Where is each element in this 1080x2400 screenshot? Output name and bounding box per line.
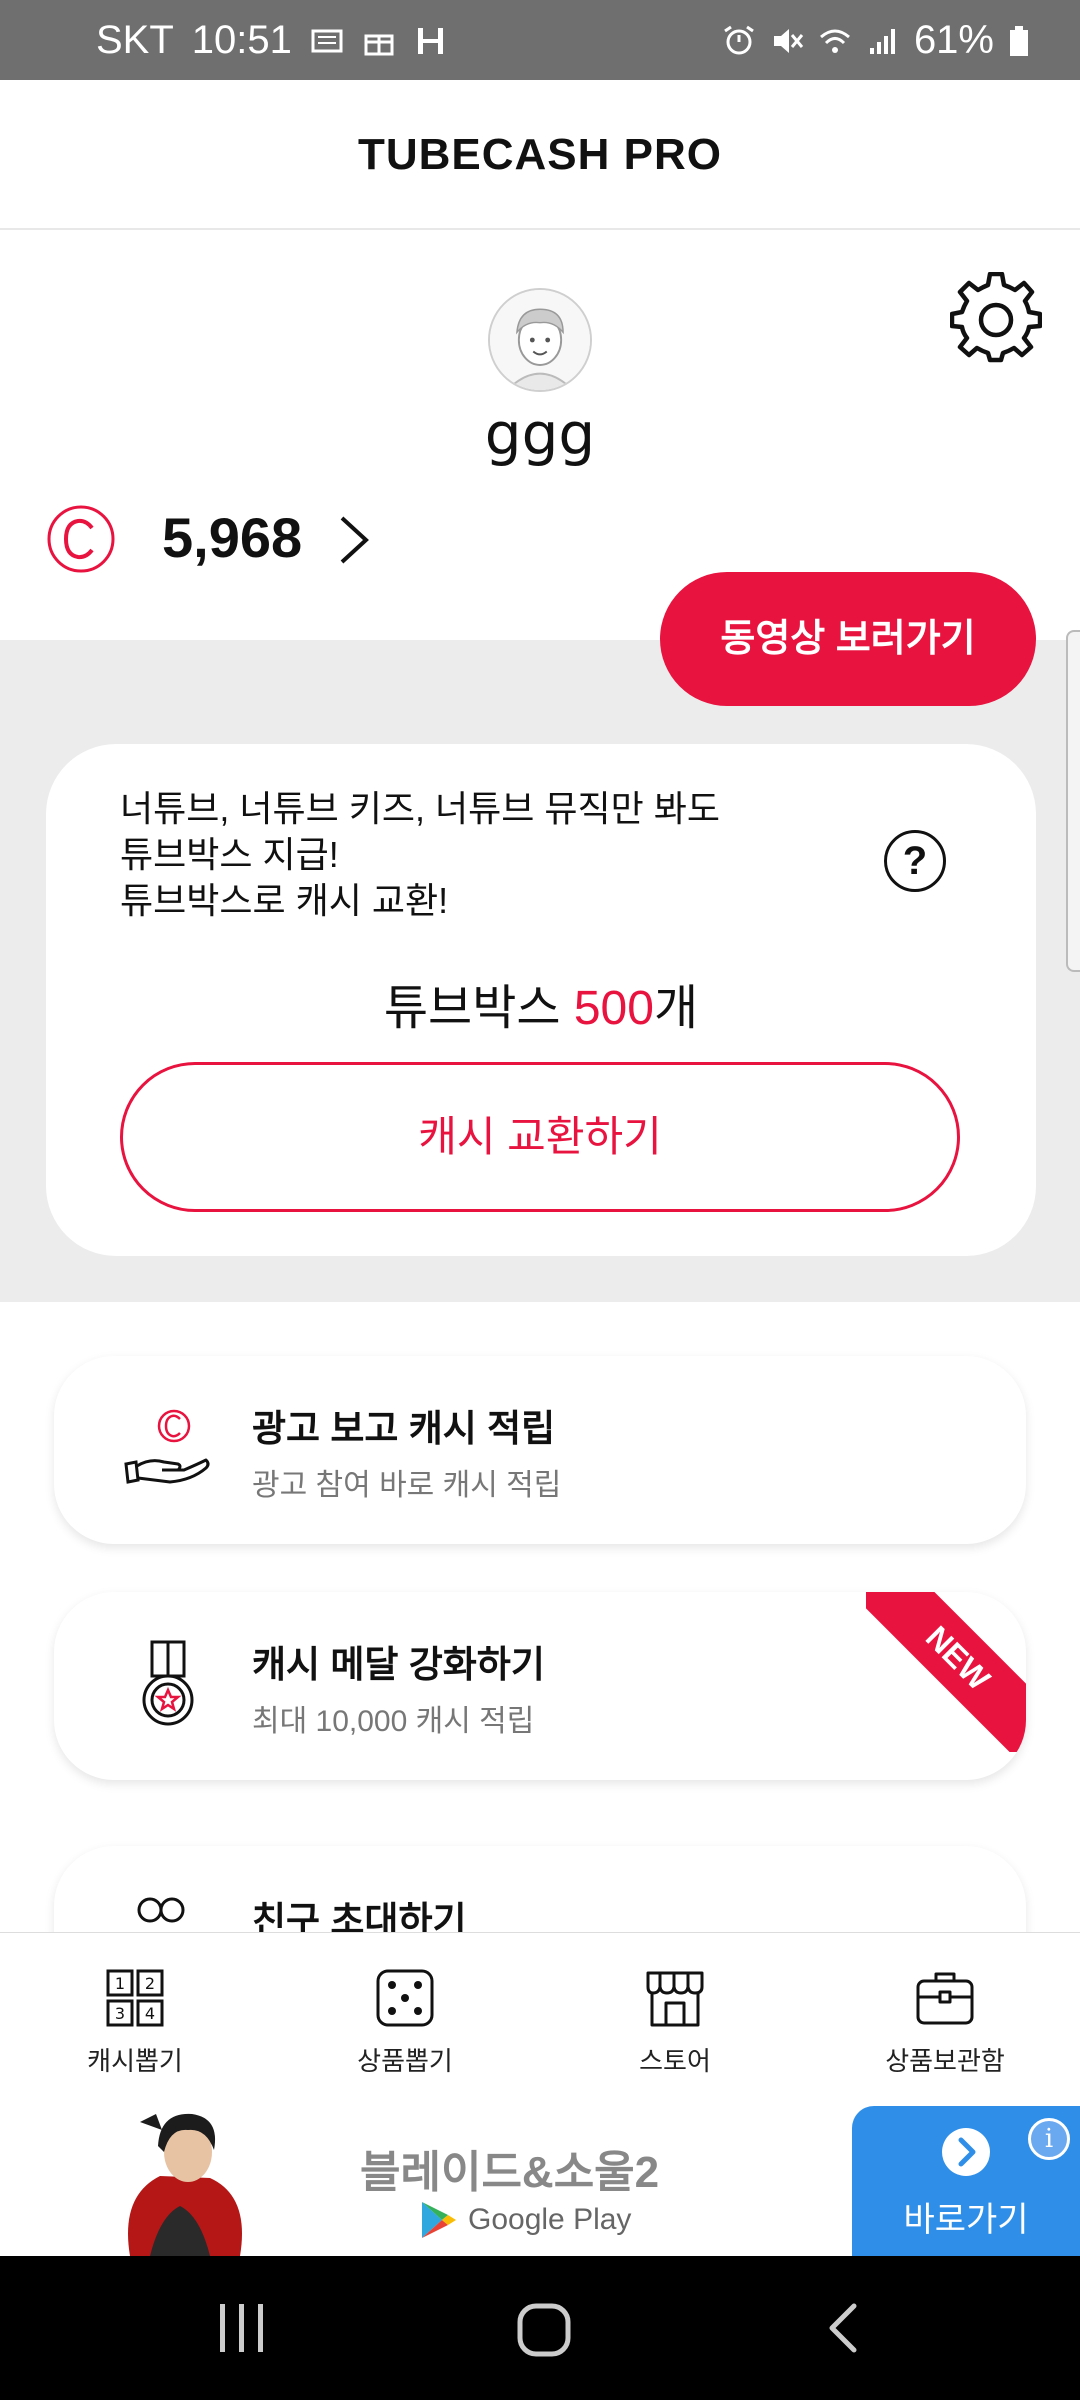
google-play-icon [422,2202,456,2238]
carrier-label: SKT [96,18,174,62]
tubebox-count-suffix: 개 [653,982,699,1035]
dice-icon [376,1969,434,2027]
new-badge-label: NEW [866,1592,1026,1752]
ad-banner[interactable]: 블레이드&소울2 Google Play 바로가기 i [0,2100,1080,2256]
nav-store[interactable]: 스토어 [575,1967,775,2078]
gift-icon [364,34,394,55]
description-line: 튜브박스 지급! [120,834,339,875]
description-line: 튜브박스로 캐시 교환! [120,880,449,921]
ad-title: 블레이드&소울2 [360,2148,660,2197]
ad-cta-label: 바로가기 [903,2201,1029,2239]
ad-info-icon[interactable]: i [1028,2118,1070,2160]
avatar[interactable] [488,288,592,392]
cash-coin-icon [47,505,115,573]
nav-cash-draw[interactable]: 1 2 3 4 캐시뽑기 [35,1967,235,2078]
mute-icon [773,28,804,53]
arrow-right-circle-icon [942,2128,990,2176]
alarm-icon [724,25,754,54]
tubebox-count-value: 500 [573,982,654,1035]
svg-text:4: 4 [145,2004,155,2023]
battery-icon [1010,25,1028,56]
news-icon [311,29,343,52]
google-play-label: Google Play [468,2203,632,2236]
tubebox-description: 너튜브, 너튜브 키즈, 너튜브 뮤직만 봐도 튜브박스 지급! 튜브박스로 캐… [120,786,720,924]
bottom-navigation: 1 2 3 4 캐시뽑기 상품뽑기 스토어 상품보관함 [0,1932,1080,2100]
svg-text:2: 2 [145,1974,155,1993]
google-play-badge: Google Play [420,2200,631,2240]
hand-coin-icon [124,1409,210,1484]
nav-label: 상품보관함 [885,2046,1005,2076]
app-notification-icon [417,27,443,54]
battery-percent: 61% [913,18,994,62]
recent-apps-icon[interactable] [216,2300,268,2356]
tubebox-card: 너튜브, 너튜브 키즈, 너튜브 뮤직만 봐도 튜브박스 지급! 튜브박스로 캐… [46,744,1036,1256]
game-character-image [128,2113,242,2256]
svg-text:3: 3 [115,2004,125,2023]
clock: 10:51 [191,18,292,62]
watch-video-button[interactable]: 동영상 보러가기 [660,572,1036,706]
menu-item-title: 광고 보고 캐시 적립 [252,1408,556,1449]
nav-product-draw[interactable]: 상품뽑기 [305,1967,505,2078]
nav-product-locker[interactable]: 상품보관함 [845,1967,1045,2078]
home-icon[interactable] [514,2300,574,2360]
nav-label: 상품뽑기 [357,2046,453,2076]
description-line: 너튜브, 너튜브 키즈, 너튜브 뮤직만 봐도 [120,788,720,829]
wifi-icon [819,29,850,53]
username: ggg [484,400,596,468]
menu-item-ad-cash[interactable]: 광고 보고 캐시 적립 광고 참여 바로 캐시 적립 [54,1356,1026,1544]
tubebox-count: 튜브박스 500개 [46,968,1036,1038]
nav-label: 캐시뽑기 [87,2046,183,2076]
cash-exchange-button[interactable]: 캐시 교환하기 [120,1062,960,1212]
menu-item-subtitle: 광고 참여 바로 캐시 적립 [252,1469,562,1502]
number-grid-icon: 1 2 3 4 [106,1969,164,2027]
help-icon[interactable]: ? [884,830,946,892]
new-badge: NEW [866,1592,1026,1752]
chevron-right-icon[interactable] [336,512,372,568]
medal-icon [142,1640,194,1726]
system-navigation-bar [0,2256,1080,2400]
status-bar: SKT 10:51 61% [0,0,1080,80]
briefcase-icon [916,1972,974,2025]
app-header: TUBECASH PRO [0,80,1080,230]
scroll-edge-handle[interactable] [1066,630,1080,972]
gear-icon[interactable] [950,272,1042,364]
menu-item-medal[interactable]: 캐시 메달 강화하기 최대 10,000 캐시 적립 NEW [54,1592,1026,1780]
avatar-face-icon [490,290,590,390]
back-icon[interactable] [824,2300,864,2356]
signal-icon [869,28,895,54]
nav-label: 스토어 [639,2046,711,2076]
menu-item-title: 캐시 메달 강화하기 [252,1644,545,1685]
menu-item-subtitle: 최대 10,000 캐시 적립 [252,1705,535,1738]
tubebox-count-prefix: 튜브박스 [383,982,574,1035]
svg-text:1: 1 [115,1974,125,1993]
app-title: TUBECASH PRO [357,130,723,179]
cash-balance[interactable]: 5,968 [162,502,302,574]
store-icon [646,1971,704,2027]
